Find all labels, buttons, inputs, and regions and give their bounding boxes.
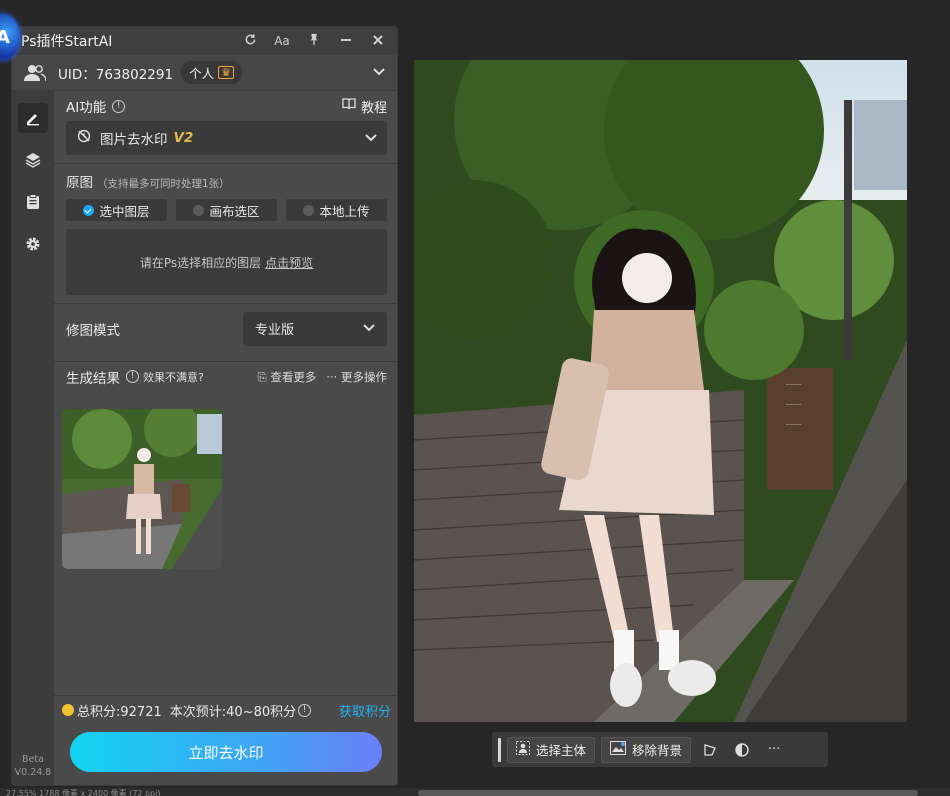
adjustment-icon[interactable] [729, 737, 755, 763]
remove-background-button[interactable]: 移除背景 [601, 736, 692, 763]
plan-label: 个人 [189, 66, 215, 81]
retouch-mode-value: 专业版 [255, 323, 295, 338]
source-options: 选中图层 画布选区 本地上传 [54, 191, 397, 221]
book-icon [342, 98, 356, 114]
remove-watermark-button[interactable]: 立即去水印 [70, 732, 382, 772]
preview-link[interactable]: 点击预览 [265, 254, 313, 271]
close-icon[interactable] [369, 34, 387, 49]
remove-background-label: 移除背景 [632, 743, 683, 758]
more-actions-label: 更多操作 [341, 369, 387, 384]
users-icon [24, 64, 47, 82]
total-credits: 总积分:92721 [77, 704, 162, 720]
info-icon[interactable]: ! [112, 99, 126, 113]
results-header: 生成结果 ! 效果不满意? ⎘ 查看更多 ··· 更多操作 [54, 361, 397, 391]
contextual-taskbar: 选择主体 移除背景 ··· [492, 732, 828, 767]
crown-icon: ♛ [218, 66, 234, 79]
edit-icon[interactable] [18, 103, 48, 133]
more-actions-link[interactable]: ··· 更多操作 [326, 369, 387, 385]
source-preview-area: 请在Ps选择相应的图层 点击预览 [66, 229, 387, 295]
plugin-footer: 总积分:92721 本次预计:40~80积分 ! 获取积分 立即去水印 [54, 695, 397, 785]
source-option-local-upload[interactable]: 本地上传 [286, 199, 387, 221]
ellipsis-icon: ··· [326, 369, 338, 384]
user-bar[interactable]: UID：763802291 个人 ♛ [12, 55, 397, 91]
radio-unchecked-icon [303, 204, 315, 216]
select-subject-label: 选择主体 [536, 743, 587, 758]
tutorial-label: 教程 [360, 100, 387, 116]
radio-unchecked-icon [193, 204, 205, 216]
credits-row: 总积分:92721 本次预计:40~80积分 ! 获取积分 [54, 696, 397, 724]
photoshop-workspace: A Ps插件StartAI Aa UID：763802291 个人 ♛ Beta… [0, 0, 950, 796]
retouch-mode-row: 修图模式 专业版 [54, 303, 397, 353]
radio-checked-icon [83, 204, 95, 216]
view-more-link[interactable]: ⎘ 查看更多 [258, 369, 317, 385]
source-option-label: 本地上传 [319, 203, 370, 219]
version-label: V0.24.8 [14, 767, 52, 778]
svg-text:-------: ------- [786, 401, 801, 408]
not-satisfied-link[interactable]: 效果不满意? [143, 369, 204, 385]
settings-icon[interactable] [18, 229, 48, 259]
tutorial-link[interactable]: 教程 [342, 97, 387, 116]
select-subject-button[interactable]: 选择主体 [507, 736, 596, 763]
search-doc-icon: ⎘ [257, 369, 267, 384]
ai-function-label: AI功能 [66, 100, 107, 116]
ai-function-select[interactable]: 图片去水印 V2 [66, 121, 387, 155]
retouch-mode-label: 修图模式 [66, 322, 120, 339]
layers-icon[interactable] [18, 145, 48, 175]
estimated-credits: 本次预计:40~80积分 [169, 704, 297, 720]
chevron-down-icon [363, 321, 375, 336]
transform-icon[interactable] [697, 737, 723, 763]
function-version: V2 [173, 130, 194, 146]
font-size-icon[interactable]: Aa [273, 34, 291, 48]
more-icon[interactable]: ··· [761, 737, 787, 763]
results-actions: ⎘ 查看更多 ··· 更多操作 [258, 369, 387, 385]
canvas-image[interactable]: ------- ------- ------- [414, 60, 907, 722]
image-icon [610, 741, 627, 758]
source-option-canvas-selection[interactable]: 画布选区 [176, 199, 277, 221]
plugin-main: AI功能 ! 教程 图片去水印 V2 原图 （支持最多可同时处理1张） 选中图层… [54, 91, 397, 785]
drag-handle[interactable] [498, 737, 501, 762]
info-icon[interactable]: ! [126, 370, 139, 383]
coin-icon [62, 704, 74, 716]
view-more-label: 查看更多 [270, 369, 317, 384]
person-icon [516, 741, 530, 758]
startai-plugin-panel: Ps插件StartAI Aa UID：763802291 个人 ♛ Beta V… [11, 26, 398, 786]
chevron-down-icon[interactable] [373, 65, 385, 80]
pin-icon[interactable] [305, 33, 323, 49]
panel-titlebar[interactable]: Ps插件StartAI Aa [12, 27, 397, 55]
source-placeholder: 请在Ps选择相应的图层 [139, 255, 262, 270]
watermark-remove-icon [76, 128, 92, 148]
source-option-label: 选中图层 [99, 203, 150, 219]
minimize-icon[interactable] [337, 34, 355, 49]
svg-text:-------: ------- [786, 381, 801, 388]
source-hint: （支持最多可同时处理1张） [97, 178, 230, 190]
info-icon[interactable]: ! [298, 703, 312, 717]
chevron-down-icon [365, 130, 377, 146]
result-thumbnail[interactable] [62, 409, 222, 569]
panel-title: Ps插件StartAI [21, 34, 113, 50]
svg-text:-------: ------- [786, 421, 801, 428]
beta-label: Beta [22, 754, 44, 765]
titlebar-controls: Aa [241, 33, 387, 49]
ai-function-header: AI功能 ! 教程 [54, 91, 397, 121]
retouch-mode-select[interactable]: 专业版 [243, 311, 387, 346]
get-credits-link[interactable]: 获取积分 [339, 701, 391, 720]
plan-badge: 个人 ♛ [181, 61, 242, 84]
horizontal-scrollbar[interactable] [418, 790, 918, 796]
source-label: 原图 [66, 175, 93, 191]
version-info: Beta V0.24.8 [12, 753, 54, 779]
source-option-selected-layer[interactable]: 选中图层 [66, 199, 167, 221]
source-option-label: 画布选区 [209, 203, 260, 219]
plugin-sidebar: Beta V0.24.8 [12, 91, 54, 785]
selected-function: 图片去水印 [100, 132, 168, 148]
source-header: 原图 （支持最多可同时处理1张） [54, 164, 397, 191]
refresh-icon[interactable] [241, 33, 259, 49]
clipboard-icon[interactable] [18, 187, 48, 217]
results-label: 生成结果 [66, 370, 120, 387]
user-uid: UID：763802291 [58, 66, 174, 83]
